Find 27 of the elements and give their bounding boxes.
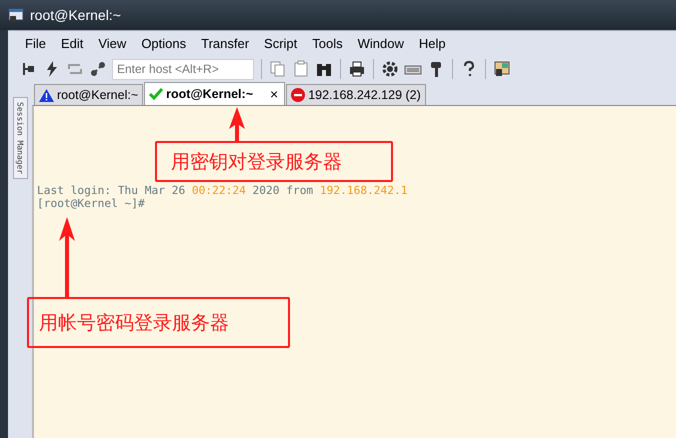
- annotation-label: 用帐号密码登录服务器: [27, 297, 290, 348]
- annotation-arrow: [229, 107, 245, 141]
- session-tab[interactable]: root@Kernel:~: [34, 84, 144, 105]
- gear-icon[interactable]: [381, 60, 399, 78]
- terminal-line: [root@Kernel ~]#: [37, 197, 145, 210]
- menu-item[interactable]: Help: [412, 36, 454, 50]
- window-icon: [8, 7, 24, 23]
- close-tab-icon[interactable]: ×: [270, 86, 278, 102]
- menu-item[interactable]: Edit: [54, 36, 92, 50]
- menu-item[interactable]: View: [91, 36, 134, 50]
- menu-item[interactable]: Transfer: [194, 36, 258, 50]
- window-title: root@Kernel:~: [30, 7, 121, 23]
- menu-item[interactable]: Options: [134, 36, 194, 50]
- copy-icon[interactable]: [269, 60, 287, 78]
- session-tab[interactable]: 192.168.242.129 (2): [286, 84, 426, 105]
- menu-item[interactable]: Tools: [305, 36, 351, 50]
- printer-icon[interactable]: [348, 60, 366, 78]
- host-input[interactable]: Enter host <Alt+R>: [112, 58, 254, 80]
- menu-item[interactable]: Script: [257, 36, 306, 50]
- session-manager-tab[interactable]: Session Manager: [12, 97, 28, 180]
- menu-item[interactable]: Window: [350, 36, 412, 50]
- paste-icon[interactable]: [292, 60, 310, 78]
- annotation-label: 用密钥对登录服务器: [155, 141, 393, 182]
- menu-item[interactable]: File: [18, 36, 54, 50]
- session-tab[interactable]: root@Kernel:~ ×: [144, 82, 286, 105]
- link-icon[interactable]: [89, 60, 107, 78]
- terminal-line: Last login: Thu Mar 26 00:22:24 2020 from 192.168.242.1: [37, 184, 408, 197]
